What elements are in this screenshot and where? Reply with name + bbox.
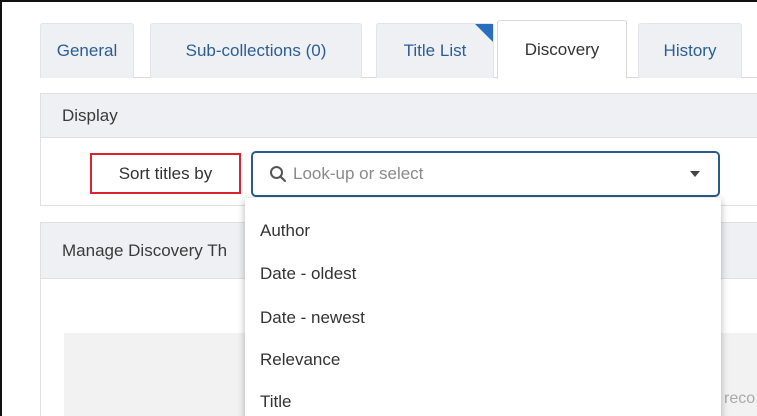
tab-title-list[interactable]: Title List [376,23,494,78]
search-icon [270,166,287,183]
tab-label: General [56,41,118,60]
tab-general[interactable]: General [40,23,134,78]
caret-down-icon[interactable] [690,171,700,177]
sort-options-menu: Author Date - oldest Date - newest Relev… [245,198,721,416]
tab-sub-collections[interactable]: Sub-collections (0) [150,23,362,78]
tab-bar: General Sub-collections (0) Title List D… [40,19,757,79]
option-date-newest[interactable]: Date - newest [260,308,365,328]
display-section-header: Display [41,94,757,138]
sort-search-input[interactable] [293,164,673,184]
tab-history[interactable]: History [638,23,742,78]
option-relevance[interactable]: Relevance [260,350,340,370]
option-author[interactable]: Author [260,221,310,241]
option-title[interactable]: Title [260,392,292,412]
sort-titles-combobox[interactable] [251,151,720,197]
sort-label-text: Sort titles by [118,163,213,183]
tab-label: History [663,41,717,60]
section-title: Display [62,105,118,125]
tab-label: Sub-collections (0) [185,41,327,60]
modified-corner-marker [475,24,493,42]
section-title: Manage Discovery Th [62,240,228,260]
sort-titles-label: Sort titles by [90,153,241,194]
empty-state-text: reco [724,390,756,407]
tab-discovery[interactable]: Discovery [497,20,627,79]
option-date-oldest[interactable]: Date - oldest [260,264,356,284]
tab-label: Discovery [524,39,600,59]
page-frame: General Sub-collections (0) Title List D… [0,0,757,416]
tab-label: Title List [403,41,467,60]
